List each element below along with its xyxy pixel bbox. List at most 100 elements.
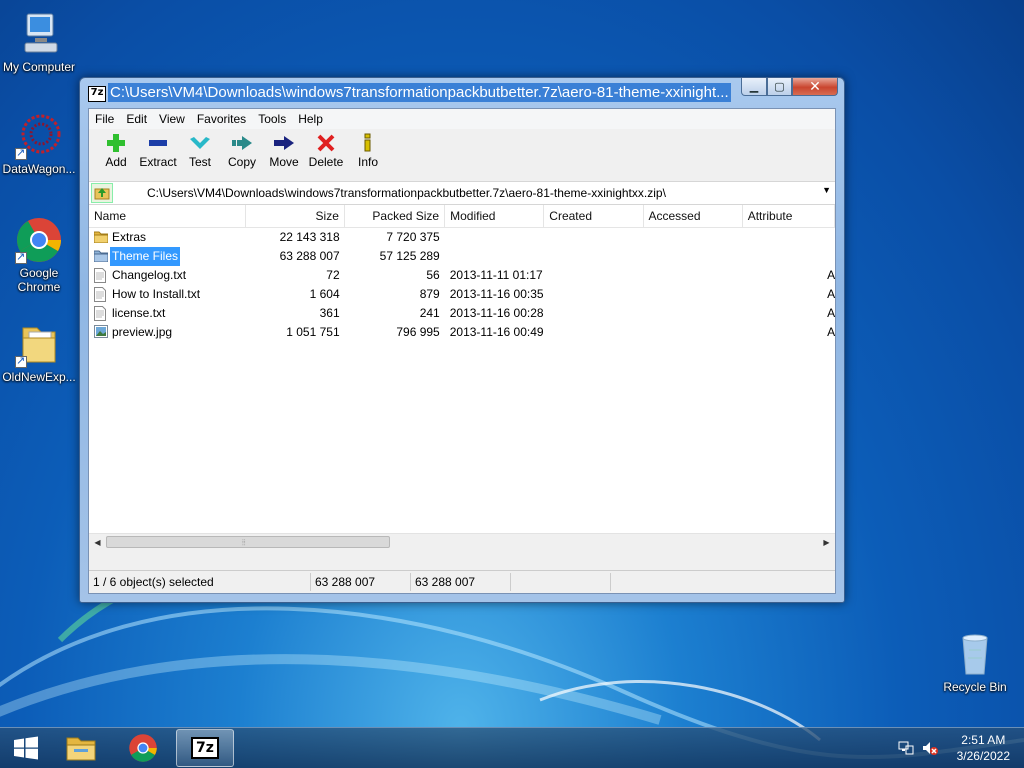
taskbar-7zip[interactable]: 7z — [176, 729, 234, 767]
info-button[interactable]: Info — [347, 129, 389, 169]
file-row[interactable]: How to Install.txt 1 604 879 2013-11-16 00:… — [89, 285, 835, 304]
column-size[interactable]: Size — [246, 205, 345, 227]
file-accessed — [643, 228, 742, 247]
folder-icon — [93, 230, 109, 245]
file-row[interactable]: Theme Files 63 288 007 57 125 289 — [89, 247, 835, 266]
text-file-icon — [94, 306, 108, 321]
delete-label: Delete — [308, 155, 344, 169]
menu-tools[interactable]: Tools — [252, 112, 292, 126]
menu-help[interactable]: Help — [292, 112, 329, 126]
clock[interactable]: 2:51 AM 3/26/2022 — [957, 732, 1010, 764]
menu-favorites[interactable]: Favorites — [191, 112, 252, 126]
extract-label: Extract — [139, 155, 177, 169]
copy-arrow-icon — [232, 136, 252, 150]
file-row[interactable]: Changelog.txt 72 56 2013-11-11 01:17 A — [89, 266, 835, 285]
file-attributes: A — [827, 268, 835, 282]
horizontal-scrollbar[interactable]: ◀ ⦙⦙ ▶ — [89, 533, 835, 551]
file-row[interactable]: Extras 22 143 318 7 720 375 — [89, 228, 835, 247]
taskbar-chrome[interactable] — [120, 729, 166, 767]
chevron-down-icon[interactable]: ▼ — [822, 185, 831, 195]
column-created[interactable]: Created — [544, 205, 644, 227]
text-file-icon — [94, 287, 108, 302]
desktop-icon-oldnewexplorer[interactable]: OldNewExp... — [0, 320, 78, 384]
network-icon[interactable] — [898, 740, 914, 756]
volume-muted-icon[interactable] — [922, 740, 938, 756]
file-name: preview.jpg — [112, 325, 173, 339]
title-bar[interactable]: 7z C:\Users\VM4\Downloads\windows7transf… — [80, 78, 844, 106]
desktop-icon-label: Recycle Bin — [943, 680, 1007, 694]
scroll-right-icon[interactable]: ▶ — [818, 534, 835, 551]
plus-icon — [107, 134, 125, 152]
menu-edit[interactable]: Edit — [120, 112, 153, 126]
file-attributes — [742, 228, 835, 247]
start-button[interactable] — [4, 729, 48, 767]
scroll-thumb[interactable]: ⦙⦙ — [106, 536, 390, 548]
7zip-icon-label: 7z — [196, 740, 214, 756]
window-controls: ▁ ▢ ✕ — [741, 78, 838, 96]
desktop-icon-my-computer[interactable]: My Computer — [0, 10, 78, 74]
scroll-left-icon[interactable]: ◀ — [89, 534, 106, 551]
status-bar: 1 / 6 object(s) selected 63 288 007 63 2… — [89, 570, 835, 593]
desktop-icon-google-chrome[interactable]: Google Chrome — [0, 216, 78, 294]
menu-view[interactable]: View — [153, 112, 191, 126]
address-path[interactable]: C:\Users\VM4\Downloads\windows7transform… — [147, 186, 666, 200]
file-row[interactable]: preview.jpg 1 051 751 796 995 2013-11-16 00… — [89, 323, 835, 342]
file-modified — [445, 228, 544, 247]
up-folder-button[interactable] — [91, 183, 113, 203]
shortcut-arrow-icon — [15, 354, 27, 368]
maximize-button[interactable]: ▢ — [767, 78, 792, 96]
test-button[interactable]: Test — [179, 129, 221, 169]
minus-icon — [149, 140, 167, 146]
file-packed-size: 796 995 — [396, 325, 440, 339]
list-header: Name Size Packed Size Modified Created A… — [89, 205, 835, 228]
file-rows: Extras 22 143 318 7 720 375 Theme Files 63 2… — [89, 228, 835, 342]
column-modified[interactable]: Modified — [445, 205, 545, 227]
move-label: Move — [269, 155, 299, 169]
taskbar-file-explorer[interactable] — [58, 729, 104, 767]
delete-button[interactable]: Delete — [305, 129, 347, 169]
minimize-icon: ▁ — [749, 81, 759, 93]
file-attributes: A — [827, 287, 835, 301]
column-name[interactable]: Name — [89, 205, 246, 227]
move-button[interactable]: Move — [263, 129, 305, 169]
file-name: How to Install.txt — [112, 287, 201, 301]
file-row[interactable]: license.txt 361 241 2013-11-16 00:28 A — [89, 304, 835, 323]
chrome-icon — [15, 216, 63, 264]
menu-file[interactable]: File — [89, 112, 120, 126]
file-size: 1 604 — [309, 287, 340, 301]
file-accessed — [643, 247, 742, 266]
status-selection: 1 / 6 object(s) selected — [89, 573, 311, 591]
7zip-app-icon[interactable]: 7z — [88, 86, 106, 102]
file-modified: 2013-11-16 00:28 — [449, 306, 544, 320]
shortcut-arrow-icon — [15, 250, 27, 264]
desktop-icon-recycle-bin[interactable]: Recycle Bin — [936, 630, 1014, 694]
file-created — [544, 304, 643, 323]
info-label: Info — [357, 155, 378, 169]
computer-icon — [15, 10, 63, 58]
minimize-button[interactable]: ▁ — [741, 78, 767, 96]
file-attributes: A — [827, 306, 835, 320]
column-accessed[interactable]: Accessed — [644, 205, 743, 227]
column-packed-size[interactable]: Packed Size — [345, 205, 446, 227]
extract-button[interactable]: Extract — [137, 129, 179, 169]
test-label: Test — [188, 155, 211, 169]
maximize-icon: ▢ — [774, 81, 785, 93]
chrome-icon — [129, 734, 157, 762]
file-created — [544, 247, 643, 266]
file-size: 1 051 751 — [286, 325, 340, 339]
file-name: Theme Files — [110, 247, 181, 266]
desktop-icon-datawagon[interactable]: DataWagon... — [0, 112, 78, 176]
desktop-icon-label: Google Chrome — [17, 266, 61, 294]
file-name: license.txt — [112, 306, 166, 320]
file-packed-size: 56 — [426, 268, 440, 282]
file-size: 22 143 318 — [279, 230, 340, 244]
folder-up-icon — [94, 188, 110, 200]
file-accessed — [643, 304, 742, 323]
file-attributes — [742, 247, 835, 266]
clock-time: 2:51 AM — [961, 733, 1006, 747]
copy-label: Copy — [227, 155, 256, 169]
close-button[interactable]: ✕ — [792, 78, 838, 96]
add-button[interactable]: Add — [95, 129, 137, 169]
copy-button[interactable]: Copy — [221, 129, 263, 169]
column-attributes[interactable]: Attribute — [743, 205, 835, 227]
